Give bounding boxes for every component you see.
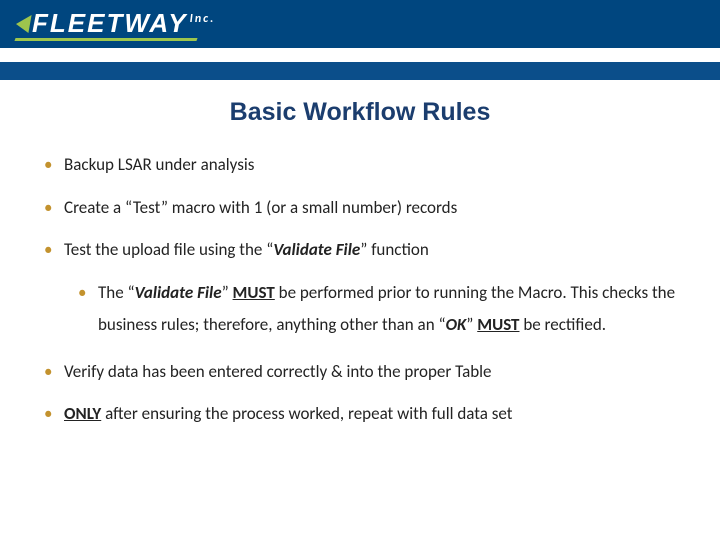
emphasis-validate-file: Validate File — [135, 282, 222, 303]
list-item: Create a “Test” macro with 1 (or a small… — [44, 196, 680, 221]
text: be rectified. — [519, 314, 606, 335]
brand-name: FLEETWAY — [32, 8, 188, 39]
text: The “ — [98, 282, 135, 303]
brand-logo: FLEETWAY Inc. — [16, 8, 215, 39]
text: ” function — [360, 239, 429, 260]
sub-list: The “Validate File” MUST be performed pr… — [78, 277, 680, 342]
bullet-list: Backup LSAR under analysis Create a “Tes… — [0, 153, 720, 427]
list-item: Backup LSAR under analysis — [44, 153, 680, 178]
list-item: The “Validate File” MUST be performed pr… — [78, 277, 680, 342]
text: ” — [466, 314, 477, 335]
header-stripe — [0, 62, 720, 80]
text: after ensuring the process worked, repea… — [101, 403, 512, 424]
arrow-icon — [14, 15, 31, 33]
list-item: ONLY after ensuring the process worked, … — [44, 402, 680, 427]
emphasis-must: MUST — [233, 282, 275, 303]
text: ” — [222, 282, 233, 303]
emphasis-validate-file: Validate File — [273, 239, 360, 260]
header-bar: FLEETWAY Inc. — [0, 0, 720, 62]
emphasis-must: MUST — [477, 314, 519, 335]
text: Test the upload file using the “ — [64, 239, 273, 260]
page-title: Basic Workflow Rules — [0, 98, 720, 127]
emphasis-only: ONLY — [64, 403, 101, 424]
emphasis-ok: OK — [446, 314, 467, 335]
brand-underline — [14, 38, 197, 41]
brand-suffix: Inc. — [190, 12, 216, 26]
list-item: Test the upload file using the “Validate… — [44, 238, 680, 341]
list-item: Verify data has been entered correctly &… — [44, 360, 680, 385]
